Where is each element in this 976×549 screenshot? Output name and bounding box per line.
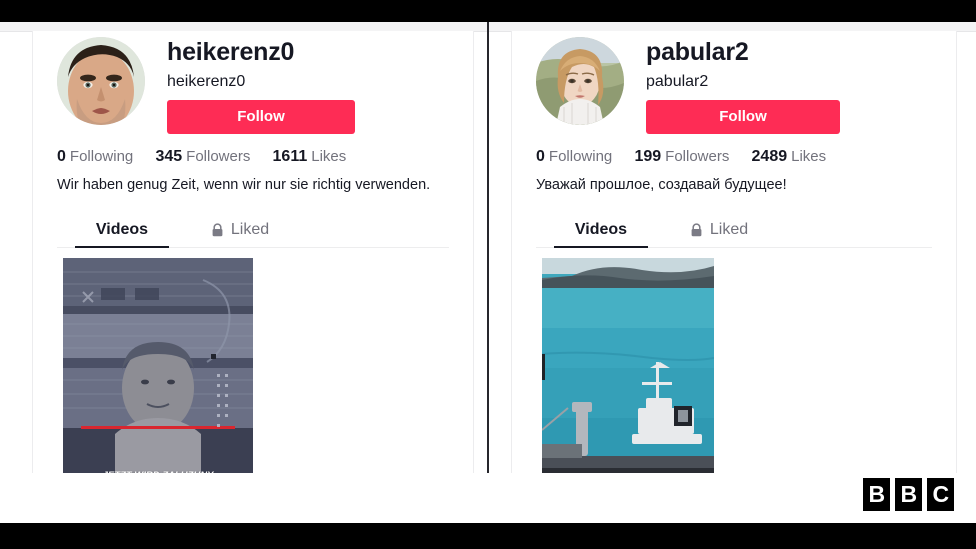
stat-likes: 1611 Likes: [273, 148, 347, 166]
screenshot-left-heikerenz0: heikerenz0 heikerenz0 Follow 0 Following …: [0, 22, 489, 473]
stat-following-label: Following: [548, 148, 613, 166]
profile-nickname: heikerenz0: [167, 73, 246, 90]
profile-stats: 0 Following 345 Followers 1611 Likes: [57, 148, 449, 166]
profile-tabs: Videos Liked: [57, 211, 449, 249]
bbc-letter-2: B: [895, 478, 922, 511]
profile-bio: Уважай прошлое, создавай будущее!: [536, 177, 787, 194]
stat-likes-count: 1611: [272, 148, 308, 166]
screenshot-right-pabular2: pabular2 pabular2 Follow 0 Following 199 F…: [489, 22, 976, 473]
video-grid: о продлении: [536, 258, 932, 473]
stat-followers: 345 Followers: [155, 148, 250, 166]
stat-following: 0 Following: [536, 148, 612, 166]
stat-followers: 199 Followers: [634, 148, 729, 166]
bbc-logo: B B C: [863, 478, 954, 511]
profile-username: heikerenz0: [167, 38, 295, 66]
tab-videos-label: Videos: [95, 220, 149, 238]
lock-icon: [690, 222, 703, 237]
screenshot-composite: heikerenz0 heikerenz0 Follow 0 Following …: [0, 22, 976, 473]
bbc-letter-1: B: [863, 478, 890, 511]
video-thumbnail[interactable]: о продлении: [542, 258, 714, 473]
tab-liked[interactable]: Liked: [660, 212, 778, 247]
profile-nickname: pabular2: [646, 73, 709, 90]
profile-header: heikerenz0 heikerenz0 Follow: [57, 31, 449, 135]
tab-liked-label: Liked: [709, 220, 749, 238]
follow-button[interactable]: Follow: [646, 100, 840, 135]
page-root: heikerenz0 heikerenz0 Follow 0 Following …: [0, 0, 976, 549]
video-caption: JETZT WIRD ZALUZHNY VERSCHWINDEN, JETZT …: [63, 466, 253, 473]
avatar[interactable]: [57, 37, 145, 125]
profile-username: pabular2: [646, 38, 749, 66]
stat-followers-label: Followers: [665, 148, 730, 166]
stat-likes: 2489 Likes: [752, 148, 827, 166]
lock-icon: [211, 222, 224, 237]
stat-following-count: 0: [57, 148, 66, 166]
profile-tabs: Videos Liked: [536, 211, 932, 249]
profile-header: pabular2 pabular2 Follow: [536, 31, 932, 135]
tab-videos-label: Videos: [574, 220, 628, 238]
profile-card-pabular2: pabular2 pabular2 Follow 0 Following 199 F…: [511, 31, 957, 473]
top-letterbox-bar: [0, 0, 976, 22]
tab-liked[interactable]: Liked: [181, 212, 299, 247]
stat-likes-count: 2489: [751, 148, 788, 166]
stat-followers-count: 345: [155, 148, 183, 166]
stat-followers-label: Followers: [186, 148, 251, 166]
bottom-letterbox-bar: [0, 523, 976, 549]
profile-bio: Wir haben genug Zeit, wenn wir nur sie r…: [57, 177, 431, 194]
tab-videos[interactable]: Videos: [63, 212, 181, 249]
profile-meta: pabular2 pabular2 Follow: [646, 37, 932, 135]
stat-following: 0 Following: [57, 148, 133, 166]
stat-following-count: 0: [536, 148, 545, 166]
profile-card-heikerenz0: heikerenz0 heikerenz0 Follow 0 Following …: [32, 31, 474, 473]
profile-meta: heikerenz0 heikerenz0 Follow: [167, 37, 449, 135]
video-grid: JETZT WIRD ZALUZHNY VERSCHWINDEN, JETZT …: [57, 258, 449, 473]
follow-button[interactable]: Follow: [167, 100, 355, 135]
profile-stats: 0 Following 199 Followers 2489 Likes: [536, 148, 932, 166]
tab-liked-label: Liked: [230, 220, 270, 238]
avatar[interactable]: [536, 37, 624, 125]
video-thumbnail[interactable]: JETZT WIRD ZALUZHNY VERSCHWINDEN, JETZT …: [63, 258, 253, 473]
bbc-letter-3: C: [927, 478, 954, 511]
stat-followers-count: 199: [634, 148, 662, 166]
stat-likes-label: Likes: [311, 148, 347, 166]
stat-likes-label: Likes: [791, 148, 827, 166]
tab-videos[interactable]: Videos: [542, 212, 660, 249]
stat-following-label: Following: [69, 148, 134, 166]
